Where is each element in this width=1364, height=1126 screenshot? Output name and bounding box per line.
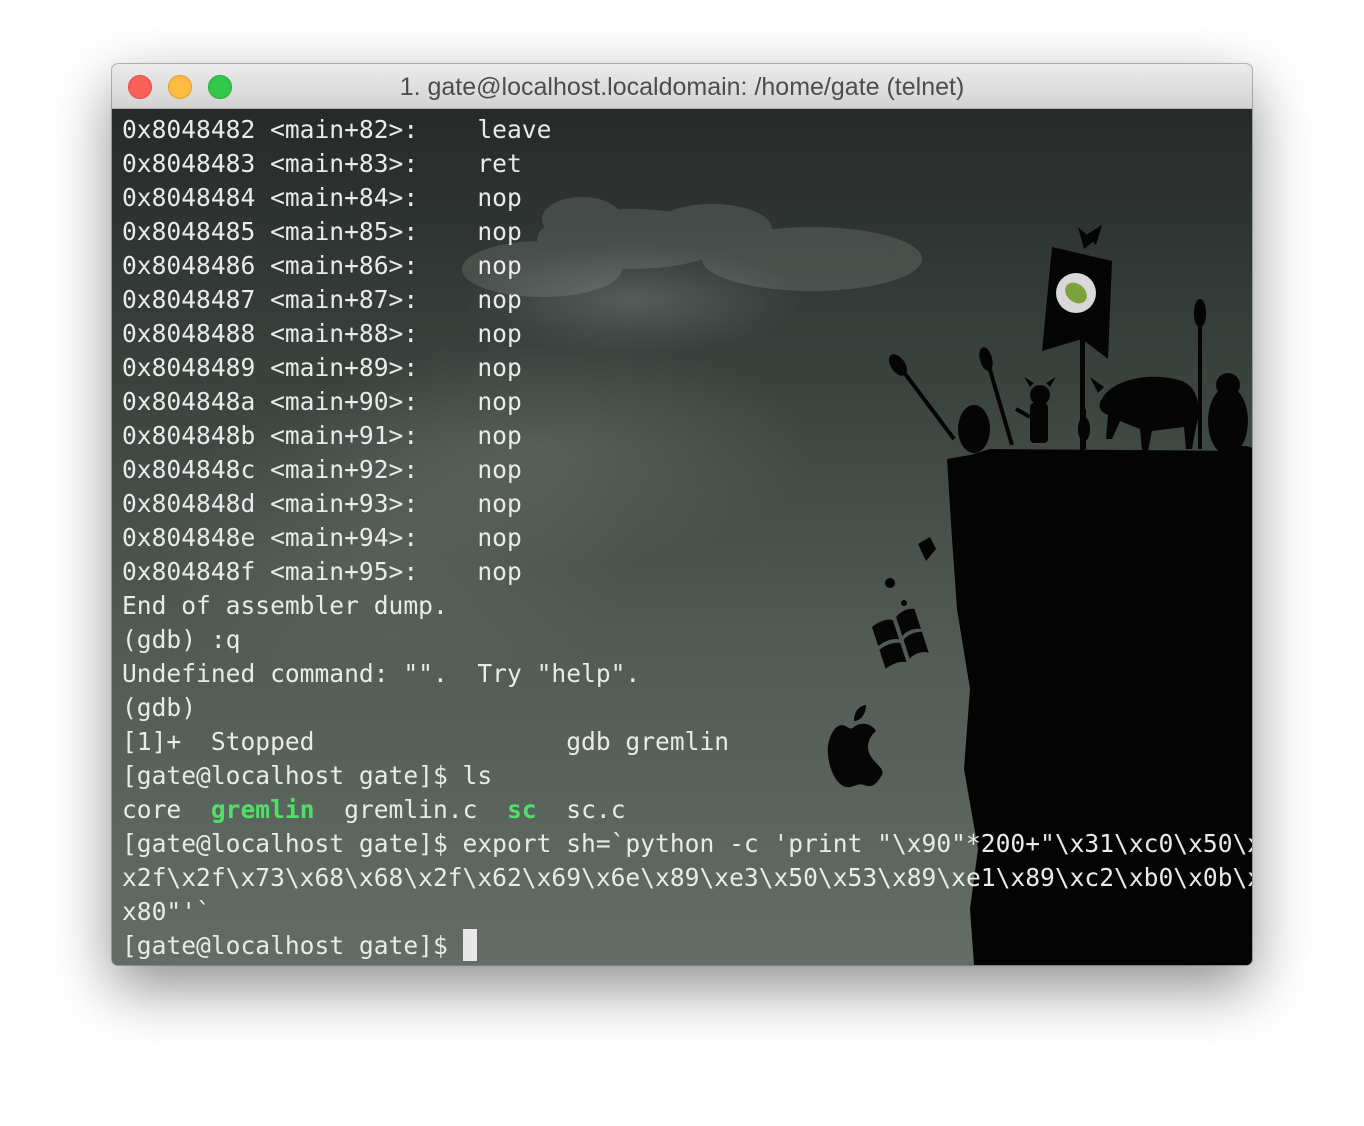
- output-line: [gate@localhost gate]$ ls: [122, 761, 493, 790]
- output-line: 0x804848b <main+91>: nop: [122, 421, 522, 450]
- command-line: [gate@localhost gate]$ export sh=`python…: [122, 829, 1252, 858]
- ls-entry-gremlin-c: gremlin.c: [344, 795, 478, 824]
- output-line: 0x8048486 <main+86>: nop: [122, 251, 522, 280]
- ls-entry-sc-c: sc.c: [566, 795, 626, 824]
- output-line: 0x8048488 <main+88>: nop: [122, 319, 522, 348]
- terminal-output[interactable]: 0x8048482 <main+82>: leave 0x8048483 <ma…: [122, 113, 1252, 963]
- output-line: (gdb) :q: [122, 625, 241, 654]
- terminal-window: 1. gate@localhost.localdomain: /home/gat…: [112, 64, 1252, 965]
- output-line: Undefined command: "". Try "help".: [122, 659, 641, 688]
- output-line: (gdb): [122, 693, 197, 722]
- output-line: 0x804848f <main+95>: nop: [122, 557, 522, 586]
- command-line: x2f\x2f\x73\x68\x68\x2f\x62\x69\x6e\x89\…: [122, 863, 1252, 892]
- ls-output-line: core gremlin gremlin.c sc sc.c: [122, 793, 1252, 827]
- command-line: x80"'`: [122, 897, 211, 926]
- output-line: 0x8048489 <main+89>: nop: [122, 353, 522, 382]
- window-title: 1. gate@localhost.localdomain: /home/gat…: [399, 73, 965, 101]
- title-bar[interactable]: 1. gate@localhost.localdomain: /home/gat…: [112, 64, 1252, 109]
- output-line: 0x8048485 <main+85>: nop: [122, 217, 522, 246]
- ls-entry-core: core: [122, 795, 182, 824]
- output-line: 0x8048482 <main+82>: leave: [122, 115, 552, 144]
- output-line: 0x804848d <main+93>: nop: [122, 489, 522, 518]
- output-line: End of assembler dump.: [122, 591, 448, 620]
- ls-entry-sc: sc: [507, 795, 537, 824]
- output-line: 0x804848e <main+94>: nop: [122, 523, 522, 552]
- terminal-area[interactable]: 0x8048482 <main+82>: leave 0x8048483 <ma…: [112, 109, 1252, 965]
- output-line: 0x804848c <main+92>: nop: [122, 455, 522, 484]
- ls-entry-gremlin: gremlin: [210, 795, 315, 824]
- output-line: 0x8048487 <main+87>: nop: [122, 285, 522, 314]
- output-line: 0x8048484 <main+84>: nop: [122, 183, 522, 212]
- text-cursor: [462, 929, 477, 961]
- desktop: 1. gate@localhost.localdomain: /home/gat…: [0, 0, 1364, 1126]
- output-line: [1]+ Stopped gdb gremlin: [122, 727, 730, 756]
- shell-prompt: [gate@localhost gate]$: [122, 931, 463, 960]
- output-line: 0x8048483 <main+83>: ret: [122, 149, 522, 178]
- output-line: 0x804848a <main+90>: nop: [122, 387, 522, 416]
- prompt-line[interactable]: [gate@localhost gate]$: [122, 929, 1252, 963]
